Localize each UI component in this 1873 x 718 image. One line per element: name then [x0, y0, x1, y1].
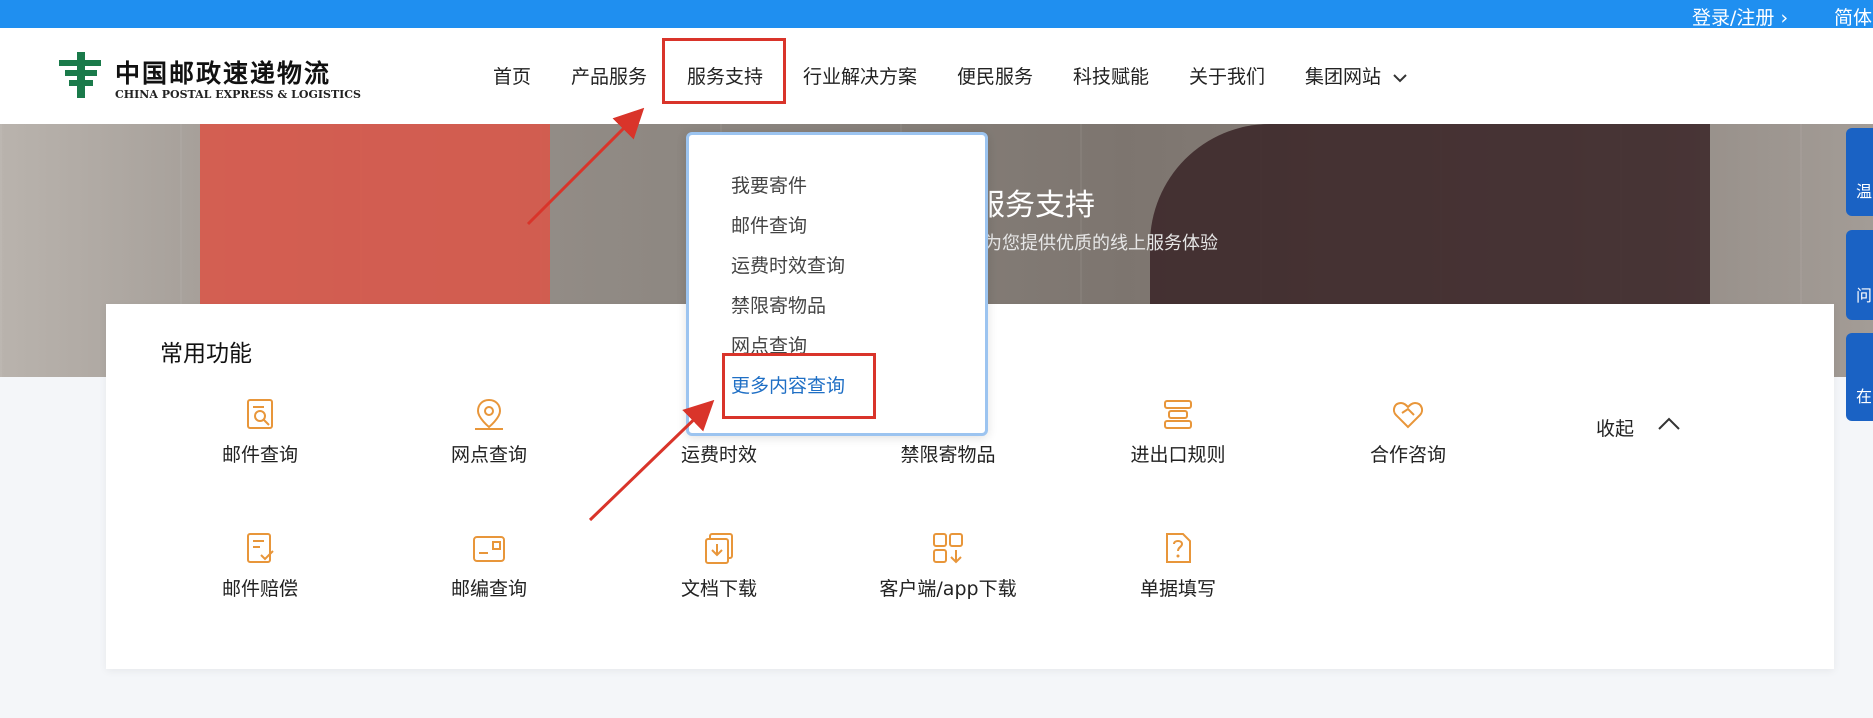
nav-group-sites[interactable]: 集团网站 [1305, 62, 1407, 89]
nav-about-us[interactable]: 关于我们 [1189, 62, 1265, 89]
login-register-link[interactable]: 登录/注册 › [1692, 3, 1788, 30]
mail-search-icon [247, 399, 273, 429]
handshake-heart-icon [1392, 401, 1424, 429]
feature-import-export-rules[interactable]: 进出口规则 [1088, 396, 1268, 467]
highlight-box-nav [662, 38, 786, 104]
feature-outlet-query[interactable]: 网点查询 [399, 396, 579, 467]
banner-title: 服务支持 [975, 188, 1095, 223]
post-logo-icon [59, 52, 101, 98]
brand-name-cn: 中国邮政速递物流 [115, 59, 332, 88]
panel-title: 常用功能 [160, 341, 252, 367]
feature-mail-compensation[interactable]: 邮件赔偿 [170, 530, 350, 601]
feature-cooperation[interactable]: 合作咨询 [1318, 396, 1498, 467]
import-export-rules-icon [1164, 400, 1192, 429]
feature-outlet-query-label: 网点查询 [450, 444, 527, 466]
collapse-button[interactable]: 收起 [1596, 414, 1634, 441]
feature-document-download[interactable]: 文档下载 [629, 530, 809, 601]
feature-app-download-label: 客户端/app下载 [879, 578, 1017, 600]
site-header: 中国邮政速递物流 CHINA POSTAL EXPRESS & LOGISTIC… [0, 28, 1873, 124]
feature-mail-query-label: 邮件查询 [221, 444, 298, 466]
side-tab-online[interactable]: 在 [1846, 333, 1873, 421]
form-question-icon [1166, 533, 1191, 563]
feature-import-export-rules-label: 进出口规则 [1130, 444, 1226, 466]
side-tab-online-label: 在 [1856, 387, 1873, 406]
feature-prohibited-items-label: 禁限寄物品 [900, 444, 996, 466]
feature-mail-compensation-label: 邮件赔偿 [221, 578, 298, 600]
dropdown-item-mail-query[interactable]: 邮件查询 [731, 211, 807, 238]
feature-postcode-query[interactable]: 邮编查询 [399, 530, 579, 601]
banner-subtitle: 为您提供优质的线上服务体验 [984, 233, 1218, 254]
chevron-up-icon[interactable] [1656, 412, 1682, 434]
feature-cooperation-label: 合作咨询 [1369, 444, 1446, 466]
highlight-box-dropdown [722, 353, 876, 419]
dropdown-item-prohibited[interactable]: 禁限寄物品 [731, 291, 826, 318]
document-download-icon [705, 533, 733, 564]
compensation-icon [247, 533, 274, 563]
nav-products[interactable]: 产品服务 [571, 62, 647, 89]
feature-app-download[interactable]: 客户端/app下载 [858, 530, 1038, 601]
side-tab-tips[interactable]: 温 [1846, 128, 1873, 216]
feature-postcode-query-label: 邮编查询 [450, 578, 527, 600]
side-tab-questions-label: 问 [1856, 286, 1873, 305]
service-support-dropdown: 我要寄件 邮件查询 运费时效查询 禁限寄物品 网点查询 更多内容查询 [686, 132, 988, 436]
feature-form-filling[interactable]: 单据填写 [1088, 530, 1268, 601]
nav-industry-solutions[interactable]: 行业解决方案 [803, 62, 917, 89]
postcode-card-icon [473, 536, 505, 562]
app-download-icon [933, 533, 963, 564]
nav-group-sites-label: 集团网站 [1305, 66, 1382, 88]
nav-technology[interactable]: 科技赋能 [1073, 62, 1149, 89]
dropdown-item-send[interactable]: 我要寄件 [731, 171, 807, 198]
nav-home[interactable]: 首页 [493, 62, 531, 89]
brand-logo[interactable]: 中国邮政速递物流 CHINA POSTAL EXPRESS & LOGISTIC… [55, 50, 361, 106]
side-tab-questions[interactable]: 问 [1846, 230, 1873, 320]
feature-document-download-label: 文档下载 [680, 578, 757, 600]
brand-name-en: CHINA POSTAL EXPRESS & LOGISTICS [115, 88, 361, 101]
side-tab-tips-label: 温 [1856, 182, 1873, 201]
feature-form-filling-label: 单据填写 [1139, 578, 1216, 600]
language-switch[interactable]: 简体 [1834, 3, 1872, 30]
chevron-down-icon [1393, 73, 1407, 82]
feature-freight-time-label: 运费时效 [680, 444, 757, 466]
location-pin-icon [475, 398, 503, 430]
dropdown-item-freight-time[interactable]: 运费时效查询 [731, 251, 845, 278]
feature-mail-query[interactable]: 邮件查询 [170, 396, 350, 467]
nav-convenience-services[interactable]: 便民服务 [957, 62, 1033, 89]
top-bar: 登录/注册 › 简体 [0, 0, 1873, 30]
